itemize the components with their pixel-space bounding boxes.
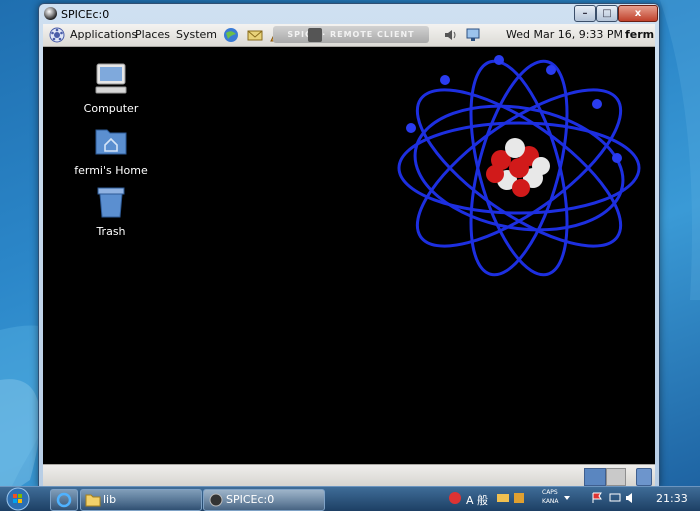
desktop-icon-label: Computer <box>83 102 139 115</box>
caps-indicator: CAPS <box>542 489 558 496</box>
system-tray: A 般 CAPS KANA <box>446 487 636 511</box>
spice-remote-client-banner: SPICE · REMOTE CLIENT <box>273 26 429 43</box>
computer-icon <box>95 63 127 94</box>
gnome-foot-icon[interactable] <box>49 27 65 43</box>
workspace-2[interactable] <box>606 468 626 486</box>
spice-client-icon <box>308 28 322 42</box>
panel-clock[interactable]: Wed Mar 16, 9:33 PM <box>506 28 623 41</box>
taskbar-button-label: SPICEc:0 <box>226 493 275 506</box>
home-folder-icon <box>95 129 127 155</box>
spice-window-icon <box>44 7 57 20</box>
maximize-glyph: □ <box>602 8 612 19</box>
taskbar-ie-button[interactable] <box>50 489 78 511</box>
window-title: SPICEc:0 <box>61 8 110 21</box>
spice-window: SPICEc:0 – □ x Applications Places Syste… <box>38 3 660 488</box>
web-browser-icon[interactable] <box>223 27 239 43</box>
kana-indicator: KANA <box>542 498 559 505</box>
ime-options-icon[interactable] <box>562 491 572 505</box>
guest-screen[interactable]: Applications Places System SPICE · REMOT… <box>43 24 655 486</box>
desktop-icon-trash[interactable]: Trash <box>71 185 151 238</box>
window-titlebar[interactable]: SPICEc:0 – □ x <box>39 4 659 24</box>
desktop-icon-label: fermi's Home <box>74 164 148 177</box>
panel-trash-icon[interactable] <box>636 468 652 486</box>
close-button[interactable]: x <box>618 5 658 22</box>
atom-nucleus-wallpaper <box>397 55 641 277</box>
gnome-top-panel: Applications Places System SPICE · REMOT… <box>43 24 655 47</box>
volume-tray-icon[interactable] <box>624 491 638 505</box>
ime-dict-icon[interactable] <box>512 491 526 505</box>
folder-icon <box>85 494 101 507</box>
trash-icon <box>97 187 125 218</box>
workspace-1[interactable] <box>584 468 606 486</box>
windows-taskbar: lib SPICEc:0 A 般 CAPS KANA 21:33 <box>0 486 700 511</box>
maximize-button[interactable]: □ <box>596 5 618 22</box>
close-glyph: x <box>634 8 642 19</box>
spice-icon <box>209 493 223 507</box>
gnome-bottom-panel <box>43 464 655 486</box>
start-button[interactable] <box>5 487 31 511</box>
network-tray-icon[interactable] <box>608 491 622 505</box>
taskbar-clock[interactable]: 21:33 <box>656 492 688 505</box>
menu-system[interactable]: System <box>176 28 217 41</box>
alert-icon[interactable] <box>448 491 462 505</box>
minimize-glyph: – <box>582 8 588 19</box>
internet-explorer-icon <box>56 492 72 508</box>
minimize-button[interactable]: – <box>574 5 596 22</box>
mail-client-icon[interactable] <box>247 27 263 43</box>
menu-places[interactable]: Places <box>135 28 170 41</box>
network-icon[interactable] <box>465 27 481 43</box>
desktop-icon-label: Trash <box>96 225 126 238</box>
taskbar-spice-button[interactable]: SPICEc:0 <box>203 489 325 511</box>
taskbar-lib-button[interactable]: lib <box>80 489 202 511</box>
action-center-icon[interactable] <box>590 491 604 505</box>
ime-indicator[interactable]: A 般 <box>466 492 488 508</box>
ime-tool-icon[interactable] <box>496 491 510 505</box>
panel-user-name[interactable]: fermi <box>625 28 655 41</box>
desktop-icon-computer[interactable]: Computer <box>71 62 151 115</box>
menu-applications[interactable]: Applications <box>70 28 137 41</box>
volume-icon[interactable] <box>443 27 459 43</box>
taskbar-button-label: lib <box>103 493 117 506</box>
desktop-icon-home[interactable]: fermi's Home <box>71 124 151 177</box>
